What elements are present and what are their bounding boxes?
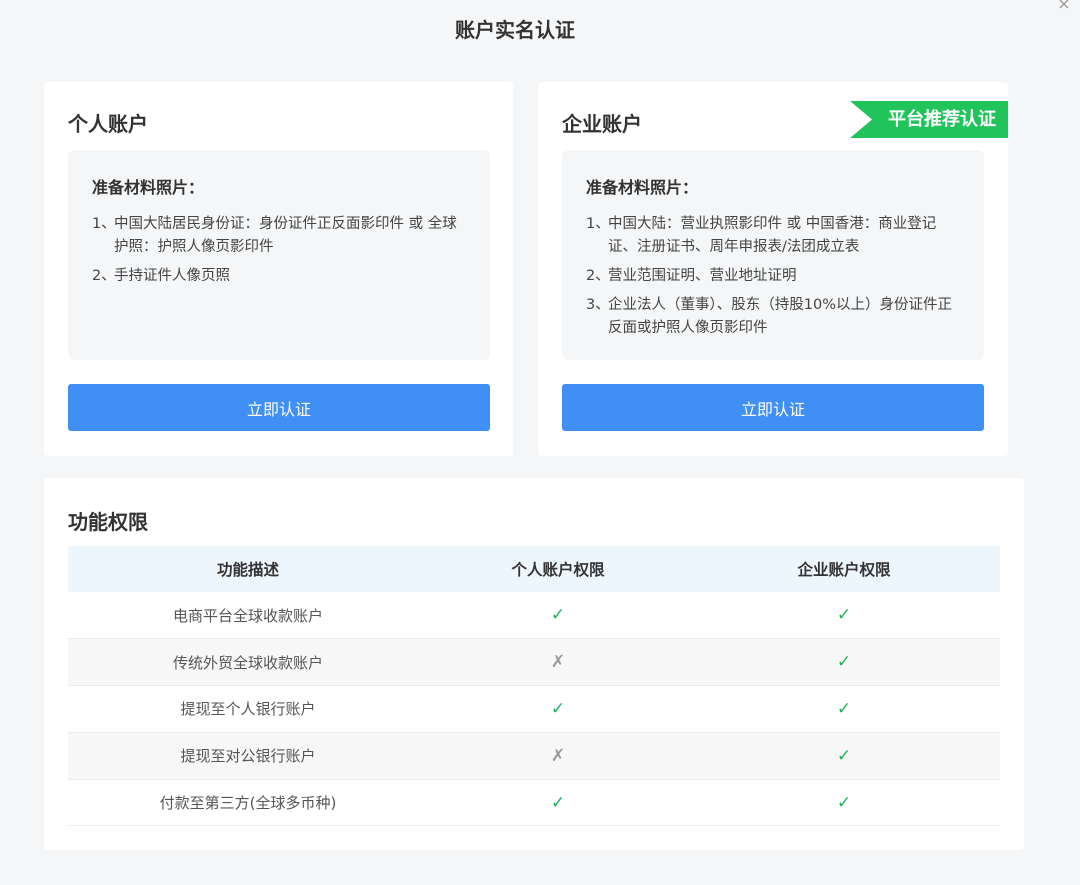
personal-permission-cell: ✓ xyxy=(428,779,688,827)
personal-permission-cell: ✓ xyxy=(428,685,688,733)
check-icon: ✓ xyxy=(836,652,852,673)
check-icon: ✓ xyxy=(836,605,852,626)
verification-dialog: × 账户实名认证 个人账户 准备材料照片： 1、 中国大陆居民身份证：身份证件正… xyxy=(0,0,1080,885)
check-icon: ✓ xyxy=(836,698,852,719)
check-icon: ✓ xyxy=(836,792,852,813)
company-account-card: 企业账户 平台推荐认证 准备材料照片： 1、 中国大陆：营业执照影印件 或 中国… xyxy=(538,82,1008,456)
personal-materials-title: 准备材料照片： xyxy=(92,178,205,197)
company-permission-cell: ✓ xyxy=(688,592,1000,640)
company-verify-button[interactable]: 立即认证 xyxy=(562,384,984,431)
feature-cell: 电商平台全球收款账户 xyxy=(68,592,428,640)
table-row: 提现至个人银行账户 ✓ ✓ xyxy=(68,685,1000,733)
feature-cell: 付款至第三方(全球多币种) xyxy=(68,779,428,827)
company-materials-title: 准备材料照片： xyxy=(586,178,699,197)
material-text: 手持证件人像页照 xyxy=(114,268,230,284)
check-icon: ✓ xyxy=(550,792,566,813)
feature-cell: 提现至对公银行账户 xyxy=(68,732,428,780)
personal-permission-cell: ✗ xyxy=(428,732,688,780)
feature-cell: 提现至个人银行账户 xyxy=(68,685,428,733)
company-permission-cell: ✓ xyxy=(688,638,1000,687)
material-item: 2、 营业范围证明、营业地址证明 xyxy=(586,265,962,288)
permissions-table-body: 电商平台全球收款账户 ✓ ✓ 传统外贸全球收款账户 ✗ ✓ 提现至个人银行账户 ✓ ✓ 提现至对公… xyxy=(68,592,1000,827)
permissions-title: 功能权限 xyxy=(68,510,148,534)
material-item: 3、 企业法人（董事）、股东（持股10%以上）身份证件正反面或护照人像页影印件 xyxy=(586,294,962,340)
material-item: 1、 中国大陆居民身份证：身份证件正反面影印件 或 全球护照：护照人像页影印件 xyxy=(92,213,468,259)
header-feature: 功能描述 xyxy=(68,546,428,592)
recommended-badge: 平台推荐认证 xyxy=(850,101,1008,138)
company-materials-box: 准备材料照片： 1、 中国大陆：营业执照影印件 或 中国香港：商业登记证、注册证… xyxy=(562,150,984,360)
table-row: 付款至第三方(全球多币种) ✓ ✓ xyxy=(68,779,1000,827)
material-number: 1、 xyxy=(92,216,116,232)
personal-materials-list: 1、 中国大陆居民身份证：身份证件正反面影印件 或 全球护照：护照人像页影印件 … xyxy=(92,213,468,288)
cross-icon: ✗ xyxy=(550,745,566,766)
material-number: 2、 xyxy=(92,268,116,284)
personal-permission-cell: ✗ xyxy=(428,638,688,687)
material-text: 企业法人（董事）、股东（持股10%以上）身份证件正反面或护照人像页影印件 xyxy=(608,297,952,336)
company-permission-cell: ✓ xyxy=(688,779,1000,827)
company-card-title: 企业账户 xyxy=(562,112,642,136)
company-permission-cell: ✓ xyxy=(688,685,1000,733)
material-number: 3、 xyxy=(586,297,610,313)
material-item: 1、 中国大陆：营业执照影印件 或 中国香港：商业登记证、注册证书、周年申报表/… xyxy=(586,213,962,259)
personal-card-title: 个人账户 xyxy=(68,112,148,136)
material-text: 中国大陆居民身份证：身份证件正反面影印件 或 全球护照：护照人像页影印件 xyxy=(114,216,457,255)
company-materials-list: 1、 中国大陆：营业执照影印件 或 中国香港：商业登记证、注册证书、周年申报表/… xyxy=(586,213,962,340)
material-text: 中国大陆：营业执照影印件 或 中国香港：商业登记证、注册证书、周年申报表/法团成… xyxy=(608,216,937,255)
table-row: 传统外贸全球收款账户 ✗ ✓ xyxy=(68,638,1000,687)
check-icon: ✓ xyxy=(836,745,852,766)
dialog-title: 账户实名认证 xyxy=(455,18,575,42)
feature-cell: 传统外贸全球收款账户 xyxy=(68,638,428,687)
personal-permission-cell: ✓ xyxy=(428,592,688,640)
permissions-table: 功能描述 个人账户权限 企业账户权限 电商平台全球收款账户 ✓ ✓ 传统外贸全球收款账… xyxy=(68,546,1000,827)
check-icon: ✓ xyxy=(550,605,566,626)
material-number: 1、 xyxy=(586,216,610,232)
personal-account-card: 个人账户 准备材料照片： 1、 中国大陆居民身份证：身份证件正反面影印件 或 全… xyxy=(44,82,513,456)
table-header-row: 功能描述 个人账户权限 企业账户权限 xyxy=(68,546,1000,592)
table-row: 提现至对公银行账户 ✗ ✓ xyxy=(68,732,1000,780)
cross-icon: ✗ xyxy=(550,652,566,673)
permissions-card: 功能权限 功能描述 个人账户权限 企业账户权限 电商平台全球收款账户 ✓ ✓ 传统外贸… xyxy=(44,478,1024,850)
material-number: 2、 xyxy=(586,268,610,284)
material-item: 2、 手持证件人像页照 xyxy=(92,265,468,288)
personal-verify-button[interactable]: 立即认证 xyxy=(68,384,490,431)
personal-materials-box: 准备材料照片： 1、 中国大陆居民身份证：身份证件正反面影印件 或 全球护照：护… xyxy=(68,150,490,360)
header-personal: 个人账户权限 xyxy=(428,546,688,592)
material-text: 营业范围证明、营业地址证明 xyxy=(608,268,797,284)
table-row: 电商平台全球收款账户 ✓ ✓ xyxy=(68,592,1000,640)
close-icon[interactable]: × xyxy=(1054,0,1074,14)
company-permission-cell: ✓ xyxy=(688,732,1000,780)
check-icon: ✓ xyxy=(550,698,566,719)
header-company: 企业账户权限 xyxy=(688,546,1000,592)
